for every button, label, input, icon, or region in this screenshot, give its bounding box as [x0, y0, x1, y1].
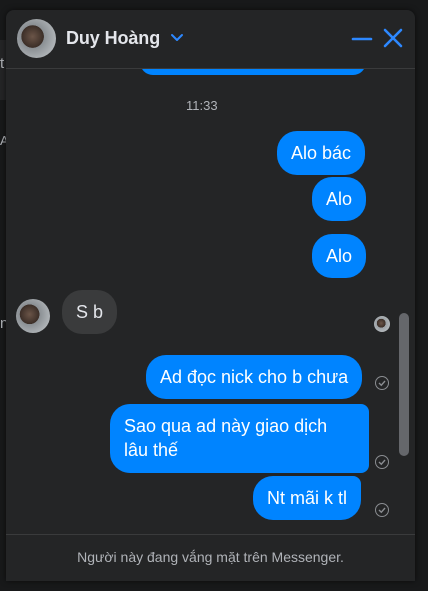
chat-window: Duy Hoàng 11:33 Alo bác Alo Alo S b Ad đ… [6, 10, 415, 581]
seen-avatar-icon [374, 316, 390, 332]
chat-footer: Người này đang vắng mặt trên Messenger. [6, 534, 415, 581]
sent-check-icon [375, 503, 389, 517]
message-bubble-outgoing[interactable]: Ad đọc nick cho b chưa [146, 355, 363, 399]
message-list[interactable]: 11:33 Alo bác Alo Alo S b Ad đọc nick ch… [6, 69, 415, 535]
background-text: t [0, 55, 5, 72]
sender-avatar[interactable] [16, 299, 50, 333]
sent-check-icon [375, 376, 389, 390]
chevron-down-icon[interactable] [170, 31, 184, 45]
message-timestamp: 11:33 [186, 98, 218, 113]
message-bubble-incoming[interactable]: S b [62, 290, 118, 334]
message-text-line: Sao qua ad này giao dịch [124, 416, 328, 436]
avatar[interactable] [17, 19, 56, 58]
chat-header: Duy Hoàng [6, 10, 415, 69]
message-bubble-outgoing[interactable]: Sao qua ad này giao dịch lâu thế [110, 404, 369, 473]
message-bubble-outgoing[interactable]: Alo bác [277, 131, 366, 175]
contact-name[interactable]: Duy Hoàng [66, 28, 160, 49]
scrollbar[interactable] [399, 313, 409, 456]
message-bubble-outgoing[interactable]: Nt mãi k tl [253, 476, 362, 520]
presence-status-text: Người này đang vắng mặt trên Messenger. [77, 549, 344, 565]
message-bubble-outgoing[interactable]: Alo [312, 234, 367, 278]
minimize-icon[interactable] [351, 28, 373, 50]
sent-check-icon [375, 455, 389, 469]
close-icon[interactable] [382, 27, 404, 49]
message-text-line: lâu thế [124, 440, 179, 460]
message-bubble-outgoing[interactable]: Alo [312, 177, 367, 221]
message-bubble-clipped[interactable] [140, 69, 366, 75]
